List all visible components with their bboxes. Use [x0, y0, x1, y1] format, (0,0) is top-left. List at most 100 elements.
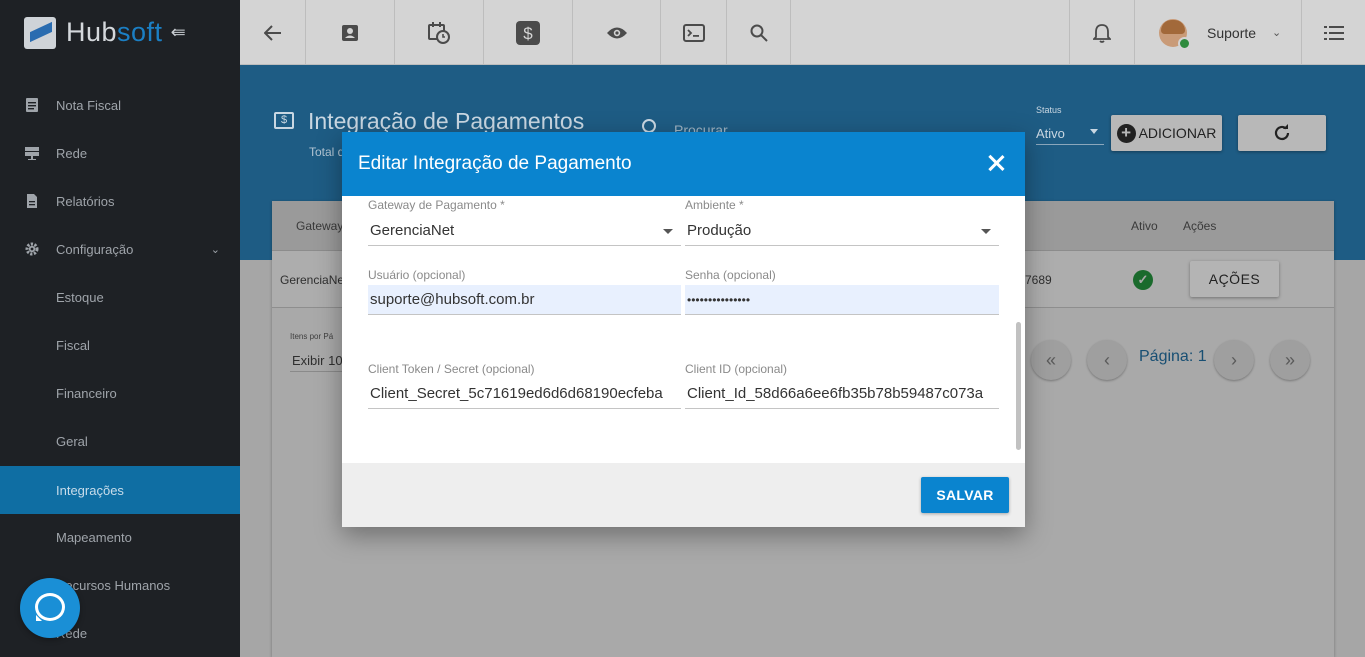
- dropdown-arrow-icon: [981, 229, 991, 234]
- modal-header: Editar Integração de Pagamento: [342, 132, 1025, 196]
- ambiente-select[interactable]: Produção: [685, 216, 999, 246]
- sidebar-item-rede[interactable]: Rede: [0, 129, 240, 177]
- back-button[interactable]: [240, 0, 306, 65]
- page-indicator: Página: 1: [1139, 348, 1207, 365]
- dropdown-arrow-icon: [1090, 129, 1098, 134]
- sidebar-item-label: Mapeamento: [56, 529, 132, 545]
- gateway-select[interactable]: GerenciaNet: [368, 216, 681, 246]
- add-button-label: ADICIONAR: [1138, 125, 1217, 141]
- user-menu[interactable]: Suporte ⌄: [1135, 0, 1302, 65]
- sidebar-item-fiscal[interactable]: Fiscal: [0, 321, 240, 369]
- prev-page-button[interactable]: ‹: [1087, 340, 1127, 380]
- svg-text:$: $: [523, 24, 533, 43]
- refresh-button[interactable]: [1238, 115, 1326, 151]
- brand-name: Hubsoft: [66, 17, 163, 48]
- add-button[interactable]: + ADICIONAR: [1111, 115, 1222, 151]
- sidebar-item-label: Integrações: [56, 482, 124, 498]
- column-header-gateway[interactable]: Gateway: [296, 219, 343, 233]
- terminal-button[interactable]: [661, 0, 727, 65]
- table-cell-id: 7689: [1025, 273, 1052, 287]
- topbar: $ Suporte ⌄: [240, 0, 1365, 65]
- brand-soft: soft: [117, 17, 163, 47]
- status-value: Ativo: [1036, 126, 1065, 141]
- total-label: Total d: [309, 145, 345, 159]
- search-icon: [642, 119, 656, 133]
- online-status-icon: [1178, 36, 1191, 50]
- back-arrow-icon: [263, 24, 281, 41]
- sidebar-item-label: Configuração: [56, 241, 134, 257]
- sidebar-item-nota-fiscal[interactable]: Nota Fiscal: [0, 81, 240, 129]
- plus-circle-icon: +: [1116, 123, 1136, 143]
- sidebar-item-label: Nota Fiscal: [56, 97, 122, 113]
- usuario-label: Usuário (opcional): [368, 268, 466, 282]
- sidebar: Hubsoft ⇚ Nota Fiscal Rede Relatórios Co…: [0, 0, 240, 657]
- document-icon: [26, 98, 38, 112]
- sidebar-item-financeiro[interactable]: Financeiro: [0, 369, 240, 417]
- terminal-icon: [682, 23, 705, 42]
- logo-area: Hubsoft ⇚: [0, 0, 240, 65]
- contact-card-icon: [342, 24, 358, 41]
- modal-title: Editar Integração de Pagamento: [358, 153, 632, 174]
- double-chevron-left-icon: «: [1045, 349, 1056, 370]
- chevron-left-icon: ‹: [1104, 349, 1110, 370]
- menu-button[interactable]: [1302, 0, 1365, 65]
- gateway-value: GerenciaNet: [370, 222, 455, 239]
- sidebar-item-geral[interactable]: Geral: [0, 417, 240, 465]
- eye-icon: [606, 27, 627, 38]
- table-cell-gateway: GerenciaNe: [280, 273, 345, 287]
- bell-icon: [1093, 23, 1111, 43]
- sidebar-item-label: Rede: [56, 145, 88, 161]
- client-token-label: Client Token / Secret (opcional): [368, 362, 535, 376]
- chevron-right-icon: ›: [1231, 349, 1237, 370]
- chevron-down-icon: ⌄: [210, 243, 220, 256]
- dropdown-arrow-icon: [663, 229, 673, 234]
- actions-button[interactable]: AÇÕES: [1190, 261, 1279, 297]
- senha-field[interactable]: •••••••••••••••: [685, 285, 999, 315]
- brand-hub: Hub: [66, 17, 118, 47]
- ambiente-value: Produção: [687, 222, 752, 239]
- view-button[interactable]: [573, 0, 661, 65]
- client-id-field[interactable]: Client_Id_58d66a6ee6fb35b78b59487c073a: [685, 379, 999, 409]
- finance-button[interactable]: $: [484, 0, 573, 65]
- last-page-button[interactable]: »: [1270, 340, 1310, 380]
- items-per-page-select[interactable]: Exibir 10: [290, 346, 342, 372]
- gateway-label: Gateway de Pagamento *: [368, 198, 505, 212]
- first-page-button[interactable]: «: [1031, 340, 1071, 380]
- calendar-clock-icon: [428, 21, 450, 44]
- sidebar-item-mapeamento[interactable]: Mapeamento: [0, 513, 240, 561]
- sidebar-item-relatorios[interactable]: Relatórios: [0, 177, 240, 225]
- page-title: Integração de Pagamentos: [308, 108, 585, 134]
- sidebar-item-configuracao[interactable]: Configuração ⌄: [0, 225, 240, 273]
- sidebar-item-integracoes[interactable]: Integrações: [0, 466, 240, 514]
- sidebar-item-label: Financeiro: [56, 385, 117, 401]
- column-header-acoes: Ações: [1183, 219, 1217, 233]
- sidebar-item-label: Relatórios: [56, 193, 115, 209]
- user-name: Suporte: [1207, 24, 1257, 41]
- chat-button[interactable]: [20, 578, 80, 638]
- active-check-icon: ✓: [1133, 270, 1153, 290]
- collapse-sidebar-icon[interactable]: ⇚: [171, 22, 186, 43]
- search-icon: [750, 24, 768, 42]
- schedule-button[interactable]: [395, 0, 484, 65]
- list-menu-icon: [1323, 25, 1344, 40]
- usuario-field[interactable]: suporte@hubsoft.com.br: [368, 285, 681, 315]
- double-chevron-right-icon: »: [1284, 349, 1295, 370]
- search-button[interactable]: [727, 0, 791, 65]
- chevron-down-icon: ⌄: [1272, 27, 1282, 39]
- column-header-ativo[interactable]: Ativo: [1131, 219, 1158, 233]
- sidebar-item-label: Estoque: [56, 289, 104, 305]
- save-button[interactable]: SALVAR: [921, 477, 1009, 513]
- network-icon: [25, 147, 39, 160]
- contacts-button[interactable]: [306, 0, 395, 65]
- status-select[interactable]: Ativo: [1036, 120, 1104, 145]
- notifications-button[interactable]: [1069, 0, 1135, 65]
- modal-scrollbar[interactable]: [1016, 322, 1021, 450]
- next-page-button[interactable]: ›: [1214, 340, 1254, 380]
- actions-button-label: AÇÕES: [1208, 271, 1261, 287]
- gear-icon: [25, 242, 39, 256]
- avatar: [1159, 18, 1191, 50]
- sidebar-item-estoque[interactable]: Estoque: [0, 273, 240, 321]
- close-icon[interactable]: [984, 151, 1008, 175]
- client-token-field[interactable]: Client_Secret_5c71619ed6d6d68190ecfeba: [368, 379, 681, 409]
- hubsoft-logo-icon: [24, 16, 56, 49]
